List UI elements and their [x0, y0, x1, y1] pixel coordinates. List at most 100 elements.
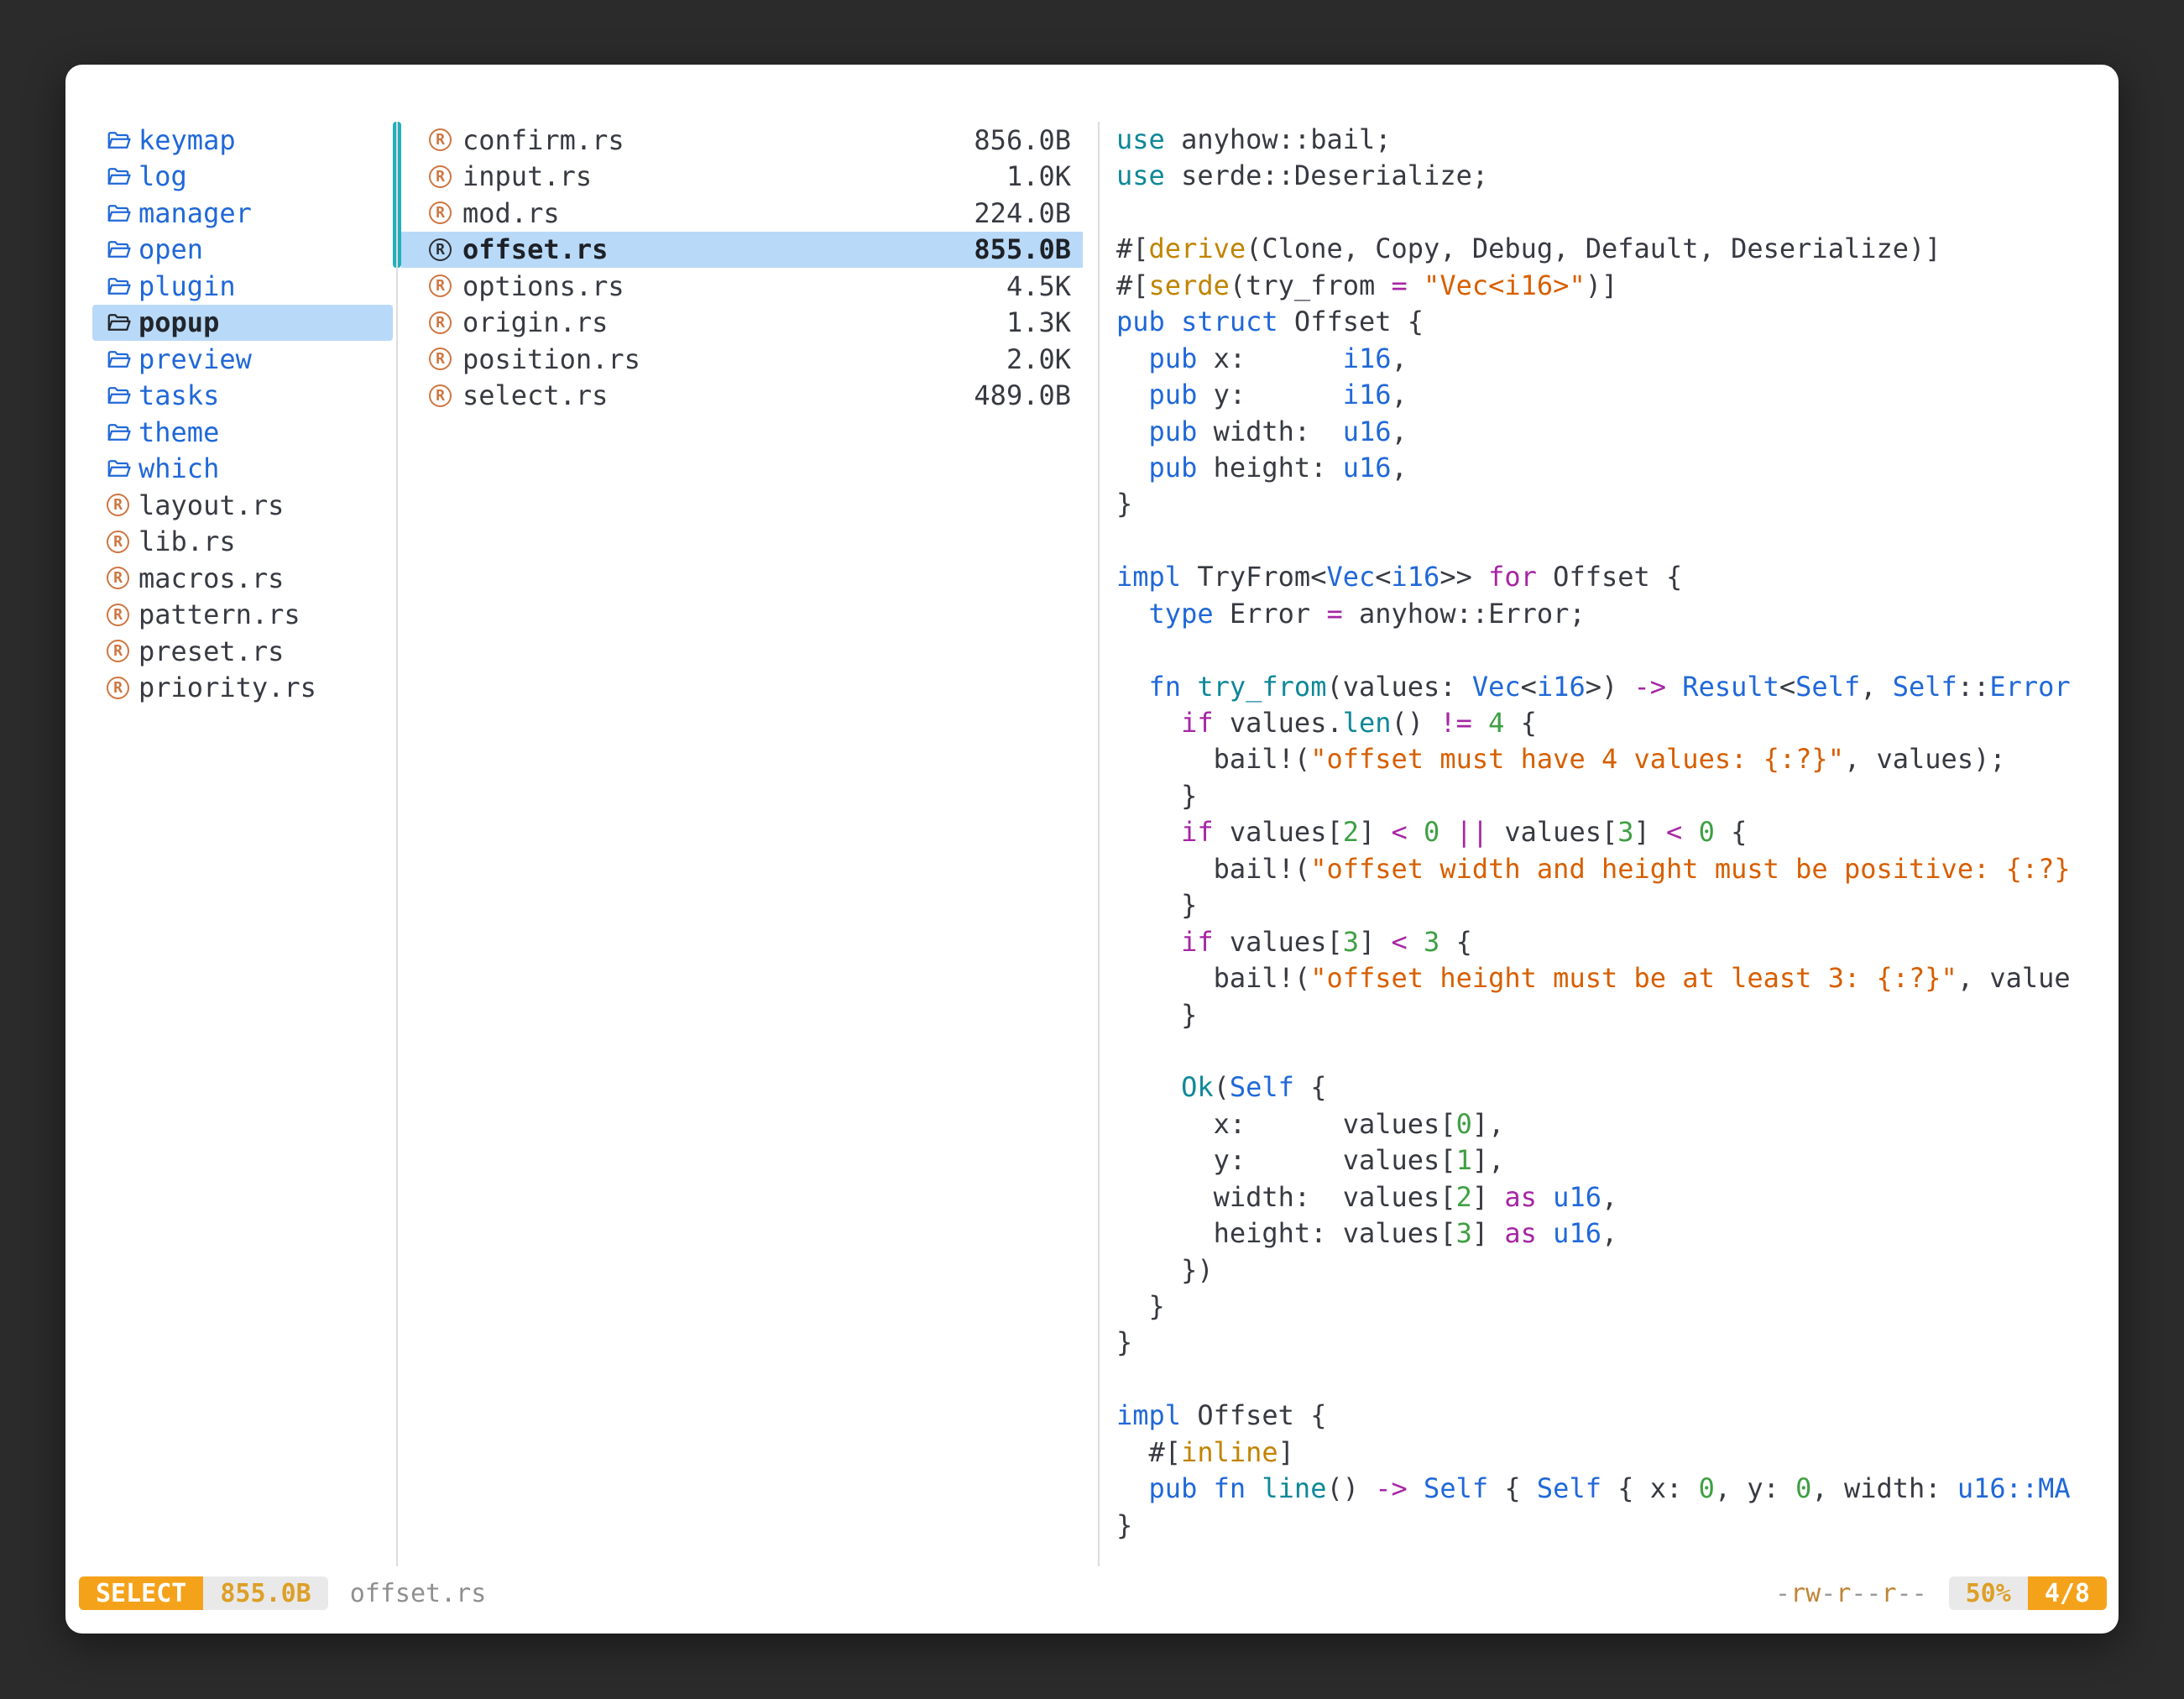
- item-label: which: [138, 452, 219, 484]
- code-line: height: values[3] as u16,: [1116, 1215, 2107, 1252]
- item-label: preset.rs: [138, 635, 284, 667]
- sidebar-item-preview[interactable]: preview: [92, 341, 393, 378]
- sidebar-item-priority-rs[interactable]: Rpriority.rs: [92, 670, 393, 707]
- pane-divider: [396, 122, 398, 1566]
- code-line: }: [1116, 1508, 2107, 1544]
- sidebar-item-macros-rs[interactable]: Rmacros.rs: [92, 560, 393, 597]
- file-size: 224.0B: [974, 197, 1071, 229]
- yazi-file-manager-window: keymap log manager open plugin popup pre…: [65, 65, 2119, 1634]
- file-size: 489.0B: [974, 379, 1071, 411]
- code-line: impl TryFrom<Vec<i16>> for Offset {: [1116, 559, 2107, 595]
- sidebar-item-log[interactable]: log: [92, 159, 393, 196]
- folder-icon: [106, 420, 131, 445]
- folder-icon: [106, 164, 131, 189]
- code-line: [1116, 632, 2107, 668]
- item-label: open: [138, 233, 203, 265]
- sidebar-item-theme[interactable]: theme: [92, 414, 393, 451]
- file-row-options-rs[interactable]: Roptions.rs4.5K: [401, 268, 1083, 305]
- item-label: manager: [138, 197, 252, 229]
- rust-file-icon: R: [107, 677, 129, 699]
- scroll-percent-badge: 50%: [1949, 1576, 2028, 1610]
- folder-icon: [106, 274, 131, 299]
- code-line: pub x: i16,: [1116, 341, 2107, 377]
- item-label: keymap: [138, 124, 236, 156]
- file-row-confirm-rs[interactable]: Rconfirm.rs856.0B: [401, 122, 1083, 159]
- rust-file-icon: R: [429, 238, 452, 261]
- code-line: pub struct Offset {: [1116, 304, 2107, 340]
- folder-icon: [106, 237, 131, 262]
- code-line: #[derive(Clone, Copy, Debug, Default, De…: [1116, 231, 2107, 267]
- rust-file-icon: R: [107, 604, 129, 626]
- sidebar-item-preset-rs[interactable]: Rpreset.rs: [92, 633, 393, 670]
- item-label: preview: [138, 343, 252, 375]
- sidebar-item-plugin[interactable]: plugin: [92, 268, 393, 305]
- parent-directory-pane: keymap log manager open plugin popup pre…: [92, 122, 393, 706]
- code-line: }: [1116, 486, 2107, 522]
- sidebar-item-manager[interactable]: manager: [92, 195, 393, 232]
- file-row-origin-rs[interactable]: Rorigin.rs1.3K: [401, 305, 1083, 342]
- sidebar-item-lib-rs[interactable]: Rlib.rs: [92, 524, 393, 561]
- folder-icon: [106, 128, 131, 153]
- code-line: }: [1116, 1325, 2107, 1361]
- rust-file-icon: R: [107, 567, 129, 589]
- file-size: 4.5K: [1006, 270, 1071, 302]
- file-preview-pane: use anyhow::bail;use serde::Deserialize;…: [1116, 122, 2107, 1561]
- file-size: 856.0B: [974, 124, 1071, 156]
- code-line: [1116, 195, 2107, 231]
- code-line: x: values[0],: [1116, 1106, 2107, 1142]
- sidebar-item-popup[interactable]: popup: [92, 305, 393, 342]
- file-row-mod-rs[interactable]: Rmod.rs 224.0B: [401, 195, 1083, 232]
- code-line: use serde::Deserialize;: [1116, 158, 2107, 194]
- folder-icon: [106, 456, 131, 481]
- code-line: impl Offset {: [1116, 1398, 2107, 1434]
- folder-icon: [106, 310, 131, 335]
- item-label: pattern.rs: [138, 599, 300, 630]
- rust-file-icon: R: [429, 348, 452, 370]
- item-label: tasks: [138, 379, 219, 411]
- file-size-badge: 855.0B: [203, 1576, 327, 1610]
- rust-file-icon: R: [429, 384, 452, 407]
- rust-file-icon: R: [429, 274, 452, 297]
- current-filename: offset.rs: [350, 1579, 487, 1608]
- code-line: width: values[2] as u16,: [1116, 1179, 2107, 1215]
- code-line: }: [1116, 1289, 2107, 1325]
- sidebar-item-keymap[interactable]: keymap: [92, 122, 393, 159]
- rust-file-icon: R: [429, 201, 452, 224]
- sidebar-item-which[interactable]: which: [92, 451, 393, 488]
- pane-divider: [1098, 122, 1100, 1566]
- file-row-position-rs[interactable]: Rposition.rs2.0K: [401, 341, 1083, 378]
- code-line: }): [1116, 1252, 2107, 1289]
- code-line: Ok(Self {: [1116, 1069, 2107, 1106]
- item-label: popup: [138, 306, 219, 338]
- code-line: bail!("offset must have 4 values: {:?}",…: [1116, 741, 2107, 777]
- file-row-input-rs[interactable]: Rinput.rs 1.0K: [401, 159, 1083, 196]
- file-size: 1.0K: [1006, 160, 1071, 192]
- code-line: #[inline]: [1116, 1435, 2107, 1471]
- file-name: select.rs: [462, 379, 608, 411]
- code-line: pub fn line() -> Self { Self { x: 0, y: …: [1116, 1471, 2107, 1507]
- sidebar-item-layout-rs[interactable]: Rlayout.rs: [92, 487, 393, 524]
- code-line: pub height: u16,: [1116, 450, 2107, 486]
- code-line: pub y: i16,: [1116, 377, 2107, 413]
- file-row-select-rs[interactable]: Rselect.rs 489.0B: [401, 378, 1083, 415]
- sidebar-item-open[interactable]: open: [92, 232, 393, 269]
- item-label: plugin: [138, 270, 236, 302]
- folder-icon: [106, 383, 131, 408]
- permissions: -rw-r--r--: [1775, 1579, 1927, 1608]
- file-name: input.rs: [462, 160, 592, 192]
- sidebar-item-tasks[interactable]: tasks: [92, 378, 393, 415]
- rust-file-icon: R: [429, 311, 452, 334]
- folder-icon: [106, 347, 131, 372]
- code-line: }: [1116, 997, 2107, 1033]
- rust-file-icon: R: [429, 165, 452, 188]
- code-line: }: [1116, 887, 2107, 923]
- rust-file-icon: R: [107, 531, 129, 553]
- rust-file-icon: R: [107, 640, 129, 662]
- code-line: pub width: u16,: [1116, 414, 2107, 450]
- file-name: mod.rs: [462, 197, 560, 229]
- item-label: macros.rs: [138, 562, 284, 594]
- code-line: bail!("offset height must be at least 3:…: [1116, 960, 2107, 996]
- sidebar-item-pattern-rs[interactable]: Rpattern.rs: [92, 597, 393, 634]
- file-row-offset-rs[interactable]: Roffset.rs855.0B: [401, 232, 1083, 269]
- item-label: log: [138, 160, 187, 192]
